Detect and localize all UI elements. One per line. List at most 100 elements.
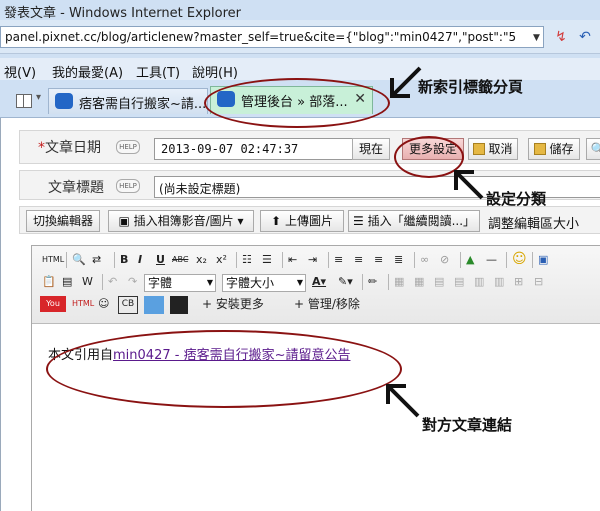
merge-cells-icon[interactable]: ⊞	[514, 274, 523, 292]
align-right-icon[interactable]: ≡	[374, 252, 383, 270]
paste-icon[interactable]: 📋	[42, 274, 56, 292]
cancel-button[interactable]: 取消	[468, 138, 518, 160]
title-label: 文章標題	[48, 180, 104, 196]
page-content: *文章日期 HELP 2013-09-07 02:47:37 現在 更多設定 取…	[0, 118, 600, 511]
unlink-icon[interactable]: ⊘	[440, 252, 449, 270]
highlight-color-icon[interactable]: ✎▾	[338, 274, 353, 292]
rich-text-editor: HTML 🔍 ⇄ B I U ABC x₂ x² ☷ ☰ ⇤ ⇥ ≡ ≡ ≡ ≣…	[31, 245, 600, 511]
address-bar: panel.pixnet.cc/blog/articlenew?master_s…	[0, 20, 600, 54]
switch-editor-button[interactable]: 切換編輯器	[26, 210, 100, 232]
annotation-settings-tab: 設定分類	[486, 190, 547, 208]
delete-row-icon[interactable]: ▤	[454, 274, 464, 292]
align-center-icon[interactable]: ≡	[354, 252, 363, 270]
emoticon-icon[interactable]: ☺	[512, 251, 527, 269]
tab-label: 管理後台 » 部落...	[241, 95, 348, 110]
editor-tools-row: 切換編輯器 ▣ 插入相簿影音/圖片 ▾ ⬆ 上傳圖片 ☰ 插入「繼續閱讀...」…	[19, 206, 600, 234]
paste-text-icon[interactable]: ▤	[62, 274, 72, 292]
chat-bubble-icon	[217, 91, 235, 107]
url-input[interactable]: panel.pixnet.cc/blog/articlenew?master_s…	[0, 26, 544, 48]
window-title: 發表文章 - Windows Internet Explorer	[4, 6, 241, 21]
italic-icon[interactable]: I	[138, 252, 142, 270]
indent-icon[interactable]: ⇥	[308, 252, 317, 270]
manage-remove-button[interactable]: + 管理/移除	[294, 296, 360, 314]
readmore-icon: ☰	[352, 214, 364, 228]
strikethrough-icon[interactable]: ABC	[172, 252, 188, 270]
bullet-list-icon[interactable]: ☰	[262, 252, 272, 270]
outdent-icon[interactable]: ⇤	[288, 252, 297, 270]
underline-icon[interactable]: U	[156, 252, 165, 270]
insert-readmore-button[interactable]: ☰ 插入「繼續閱讀...」	[348, 210, 480, 232]
cited-article-link[interactable]: min0427 - 痞客需自行搬家~請留意公告	[113, 348, 350, 363]
annotation-new-tab: 新索引標籤分頁	[418, 78, 524, 96]
html-icon[interactable]: HTML	[42, 252, 64, 270]
edit-icon[interactable]: ✏	[368, 274, 377, 292]
save-button[interactable]: 儲存	[528, 138, 580, 160]
chevron-down-icon: ▼	[296, 278, 303, 287]
tab-blog[interactable]: 痞客需自行搬家~請...	[48, 88, 208, 114]
close-icon[interactable]: ✕	[354, 91, 366, 107]
youtube-icon[interactable]: You	[40, 296, 66, 312]
insert-media-button[interactable]: ▣ 插入相簿影音/圖片 ▾	[108, 210, 254, 232]
code-icon[interactable]: CB	[118, 296, 138, 314]
chat-bubble-icon	[55, 93, 73, 109]
delete-col-icon[interactable]: ▥	[494, 274, 504, 292]
refresh-icon[interactable]: ↯	[550, 26, 572, 48]
text-color-icon[interactable]: A▾	[312, 274, 326, 292]
editor-toolbar: HTML 🔍 ⇄ B I U ABC x₂ x² ☷ ☰ ⇤ ⇥ ≡ ≡ ≡ ≣…	[32, 246, 600, 324]
menu-view[interactable]: 視(V)	[4, 62, 36, 81]
upload-icon: ⬆	[271, 214, 282, 228]
font-size-select[interactable]: 字體大小 ▼	[222, 274, 306, 292]
paste-word-icon[interactable]: W	[82, 274, 93, 292]
tab-label: 痞客需自行搬家~請...	[79, 97, 207, 112]
quick-tabs-icon[interactable]	[16, 94, 32, 108]
preview-button[interactable]: 🔍	[586, 138, 600, 160]
menu-help[interactable]: 說明(H)	[192, 62, 238, 81]
tab-admin[interactable]: 管理後台 » 部落... ✕	[210, 86, 373, 114]
save-icon	[534, 143, 547, 155]
align-left-icon[interactable]: ≡	[334, 252, 343, 270]
table-props-icon[interactable]: ▦	[414, 274, 424, 292]
album-icon: ▣	[118, 214, 130, 228]
insert-col-icon[interactable]: ▥	[474, 274, 484, 292]
annotation-article-link: 對方文章連結	[422, 416, 513, 434]
cite-prefix: 本文引用自	[48, 348, 114, 363]
fullscreen-icon[interactable]: ▣	[538, 252, 548, 270]
undo-icon[interactable]: ↶	[108, 274, 117, 292]
html-embed-icon[interactable]: HTML	[72, 296, 94, 314]
upload-image-button[interactable]: ⬆ 上傳圖片	[260, 210, 344, 232]
photo-icon[interactable]	[144, 296, 164, 314]
now-button[interactable]: 現在	[352, 138, 390, 160]
horizontal-rule-icon[interactable]: —	[486, 252, 497, 270]
menu-favorites[interactable]: 我的最愛(A)	[52, 62, 123, 81]
table-icon[interactable]: ▦	[394, 274, 404, 292]
replace-icon[interactable]: ⇄	[92, 252, 101, 270]
url-dropdown-icon[interactable]: ▼	[533, 33, 540, 43]
subscript-icon[interactable]: x₂	[196, 252, 207, 270]
find-icon[interactable]: 🔍	[72, 252, 86, 270]
back-icon[interactable]: ↶	[574, 26, 596, 48]
help-icon[interactable]: HELP	[116, 179, 140, 193]
date-label: *文章日期	[38, 140, 101, 156]
ordered-list-icon[interactable]: ☷	[242, 252, 252, 270]
font-face-select[interactable]: 字體 ▼	[144, 274, 216, 292]
tab-list-icon[interactable]: ▾	[36, 92, 41, 103]
help-icon[interactable]: HELP	[116, 140, 140, 154]
editor-content[interactable]: 本文引用自min0427 - 痞客需自行搬家~請留意公告	[48, 344, 350, 363]
image-icon[interactable]: ▲	[466, 252, 474, 270]
align-justify-icon[interactable]: ≣	[394, 252, 403, 270]
smiley-icon[interactable]: ☺	[98, 296, 109, 314]
media-icon[interactable]	[170, 296, 188, 314]
bold-icon[interactable]: B	[120, 252, 128, 270]
menu-tools[interactable]: 工具(T)	[136, 62, 180, 81]
more-settings-button[interactable]: 更多設定	[402, 138, 464, 160]
chevron-down-icon: ▾	[237, 214, 244, 228]
resize-editor-label[interactable]: 調整編輯區大小	[488, 213, 579, 232]
split-cells-icon[interactable]: ⊟	[534, 274, 543, 292]
insert-row-icon[interactable]: ▤	[434, 274, 444, 292]
link-icon[interactable]: ∞	[420, 252, 429, 270]
install-more-button[interactable]: + 安裝更多	[202, 296, 264, 314]
date-input[interactable]: 2013-09-07 02:47:37	[154, 138, 356, 160]
superscript-icon[interactable]: x²	[216, 252, 227, 270]
redo-icon[interactable]: ↷	[128, 274, 137, 292]
window-title-bar: 發表文章 - Windows Internet Explorer	[0, 0, 600, 21]
